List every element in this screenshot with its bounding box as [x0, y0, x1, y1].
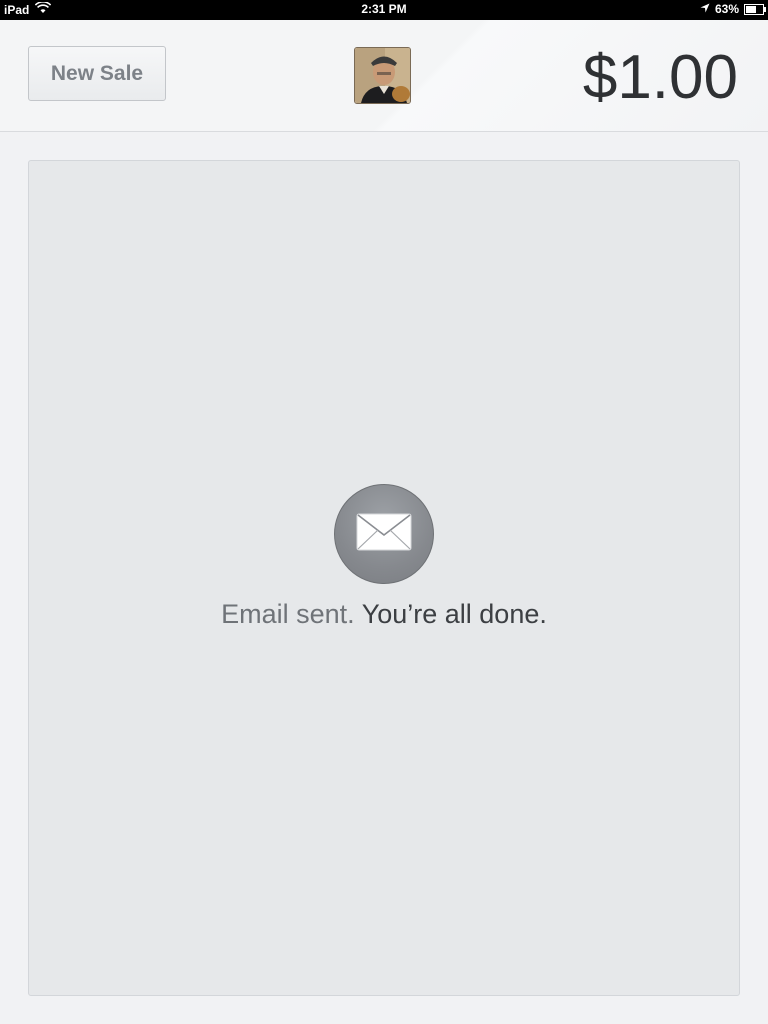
- battery-percent: 63%: [714, 2, 739, 16]
- sale-header: New Sale $1.00: [0, 20, 768, 132]
- status-bar-right: 63%: [700, 2, 766, 16]
- battery-icon: [744, 3, 766, 15]
- battery-level: [746, 5, 757, 13]
- receipt-panel: Email sent. You’re all done.: [28, 160, 740, 996]
- location-arrow-icon: [700, 2, 710, 16]
- avatar-photo: [355, 48, 410, 103]
- email-sent-indicator: [334, 484, 434, 584]
- completion-message: Email sent. You’re all done.: [29, 599, 739, 630]
- new-sale-button[interactable]: New Sale: [28, 46, 166, 101]
- email-sent-text: Email sent.: [221, 599, 355, 629]
- envelope-icon: [356, 513, 412, 556]
- status-time: 2:31 PM: [361, 2, 407, 16]
- all-done-text: You’re all done.: [361, 599, 547, 629]
- status-bar: iPad 2:31 PM 63%: [0, 0, 768, 20]
- avatar[interactable]: [354, 47, 411, 104]
- sale-amount: $1.00: [582, 43, 738, 112]
